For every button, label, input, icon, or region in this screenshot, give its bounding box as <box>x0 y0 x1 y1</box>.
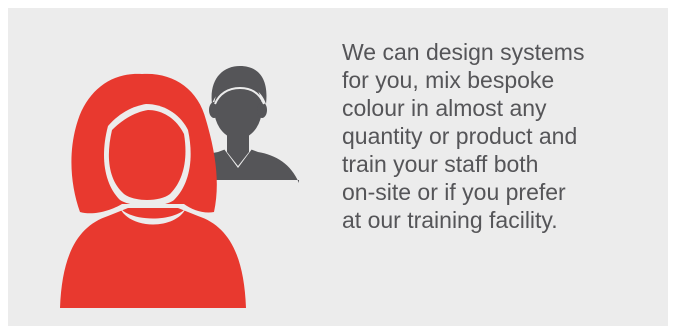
male-ear-left <box>209 102 219 118</box>
message-line: colour in almost any <box>342 95 547 121</box>
message-line: We can design systems <box>342 39 585 65</box>
message-line: on-site or if you prefer <box>342 179 566 205</box>
message-text: We can design systems for you, mix bespo… <box>342 38 662 234</box>
female-face <box>108 110 186 200</box>
message-line: train your staff both <box>342 151 539 177</box>
people-illustration <box>60 66 299 308</box>
message-line: at our training facility. <box>342 207 558 233</box>
message-line: for you, mix bespoke <box>342 67 555 93</box>
message-line: quantity or product and <box>342 123 578 149</box>
info-panel: We can design systems for you, mix bespo… <box>8 8 668 326</box>
male-ear-right <box>257 102 267 118</box>
